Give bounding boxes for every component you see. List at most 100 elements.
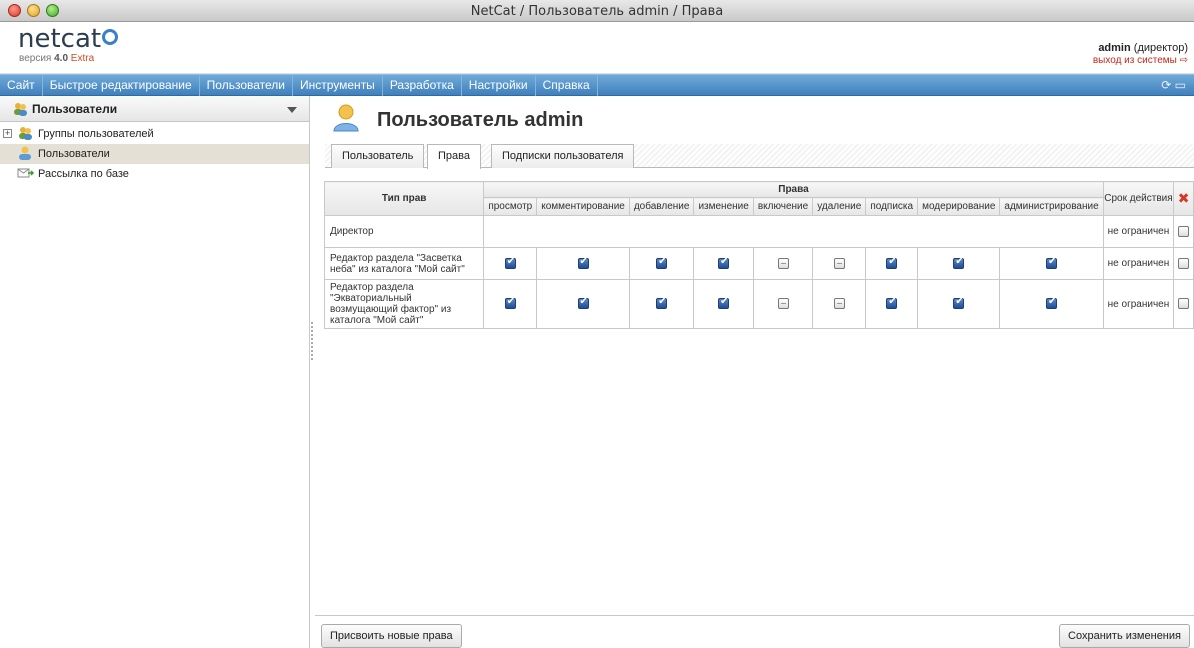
user-role: (директор) [1133,42,1188,54]
right-cell [865,279,919,329]
col-header-edit: изменение [693,197,754,216]
col-header-moderate: модерирование [917,197,1001,216]
role-cell: Редактор раздела "Засветка неба" из ката… [323,247,485,280]
col-header-subscribe: подписка [865,197,919,216]
checkbox-checked[interactable] [1046,256,1058,269]
right-cell [812,247,867,280]
right-cell [693,247,754,280]
logout-icon: ⇨ [1179,55,1188,66]
checkbox-checked[interactable] [577,256,589,269]
checkbox-checked[interactable] [504,256,516,269]
menu-item-users[interactable]: Пользователи [200,75,293,96]
checkbox-checked[interactable] [718,256,730,269]
checkbox-unchecked[interactable] [777,298,789,310]
menu-item-site[interactable]: Сайт [0,75,43,96]
rights-row: Директор не ограничен [323,215,1194,248]
menu-item-help[interactable]: Справка [536,75,598,96]
bottom-toolbar: Присвоить новые права Сохранить изменени… [315,615,1194,648]
sidebar: Пользователи + Группы пользователей Поль… [0,96,310,648]
checkbox-checked[interactable] [1046,296,1058,310]
rights-table: Тип прав Права Срок действия ✖ просмотр … [323,181,1194,329]
window-title: NetCat / Пользователь admin / Права [470,4,724,19]
col-header-type: Тип прав [323,181,485,216]
checkbox-checked[interactable] [718,296,730,310]
menu-item-tools[interactable]: Инструменты [293,75,383,96]
right-cell [999,279,1104,329]
chevron-down-icon[interactable] [287,107,297,113]
role-cell: Директор [323,215,485,248]
version-info: версия 4.0 Extra [19,53,94,64]
menu-item-development[interactable]: Разработка [383,75,462,96]
delete-cell [1173,279,1194,329]
col-header-comment: комментирование [536,197,630,216]
logout-label: выход из системы [1092,55,1177,66]
logout-link[interactable]: выход из системы ⇨ [1093,55,1188,66]
tab-rights[interactable]: Права [427,144,481,169]
delete-cell [1173,215,1194,248]
checkbox-checked[interactable] [656,256,668,269]
mail-send-icon [17,166,35,187]
checkbox-checked[interactable] [886,256,898,269]
save-changes-button[interactable]: Сохранить изменения [1059,624,1190,648]
sidebar-header[interactable]: Пользователи [0,96,309,122]
checkbox-unchecked[interactable] [833,257,845,269]
menu-item-quick-edit[interactable]: Быстрое редактирование [43,75,200,96]
netcat-logo[interactable]: netcat [18,24,119,54]
term-cell: не ограничен [1102,215,1175,248]
right-cell [536,279,630,329]
delete-icon: ✖ [1177,190,1190,206]
checkbox-checked[interactable] [656,296,668,310]
col-header-view: просмотр [483,197,538,216]
user-name[interactable]: admin [1098,42,1130,54]
main-content: Пользователь admin Пользователь Права По… [315,96,1194,648]
right-cell [483,247,538,280]
checkbox-unchecked[interactable] [833,298,845,310]
checkbox-checked[interactable] [953,296,965,310]
app-header: netcat версия 4.0 Extra admin (директор)… [0,22,1194,74]
role-cell: Редактор раздела "Экваториальный возмуща… [323,279,485,329]
delete-checkbox[interactable] [1178,257,1190,269]
checkbox-checked[interactable] [953,256,965,269]
page-title: Пользователь admin [377,109,584,131]
window-titlebar: NetCat / Пользователь admin / Права [0,0,1194,22]
right-cell [812,279,867,329]
col-header-enable: включение [752,197,814,216]
right-cell [752,279,814,329]
sidebar-item-label: Группы пользователей [38,128,154,140]
tab-user[interactable]: Пользователь [331,144,425,168]
right-cell [483,279,538,329]
tab-label: Пользователь [342,150,414,162]
right-cell [917,279,1001,329]
refresh-icon[interactable]: ⟳ [1161,78,1171,92]
sidebar-splitter[interactable] [310,320,314,370]
chat-icon[interactable]: ▭ [1175,78,1186,92]
sidebar-item-mailing[interactable]: Рассылка по базе [0,164,309,184]
checkbox-checked[interactable] [504,296,516,310]
delete-cell [1173,247,1194,280]
sidebar-item-user-groups[interactable]: + Группы пользователей [0,124,309,144]
assign-rights-button[interactable]: Присвоить новые права [321,624,462,648]
sidebar-item-users[interactable]: Пользователи [0,144,309,164]
delete-checkbox[interactable] [1178,298,1190,310]
user-block: admin (директор) выход из системы ⇨ [1093,42,1188,66]
right-cell [628,247,695,280]
main-menu: Сайт Быстрое редактирование Пользователи… [0,74,1194,96]
user-avatar-icon [331,102,361,135]
col-header-delete-right: удаление [812,197,867,216]
checkbox-checked[interactable] [886,296,898,310]
checkbox-unchecked[interactable] [777,257,789,269]
delete-checkbox[interactable] [1178,225,1190,237]
users-icon [12,102,28,119]
rights-row: Редактор раздела "Засветка неба" из ката… [323,247,1194,280]
tab-subscriptions[interactable]: Подписки пользователя [491,144,635,168]
sidebar-title: Пользователи [32,102,118,116]
logo-text: netcat [18,24,102,54]
version-number: 4.0 [54,53,69,64]
col-header-admin: администрирование [999,197,1104,216]
menu-item-settings[interactable]: Настройки [462,75,536,96]
term-cell: не ограничен [1102,247,1175,280]
checkbox-checked[interactable] [577,296,589,310]
right-cell [693,279,754,329]
expand-icon[interactable]: + [3,129,12,138]
right-cell [628,279,695,329]
